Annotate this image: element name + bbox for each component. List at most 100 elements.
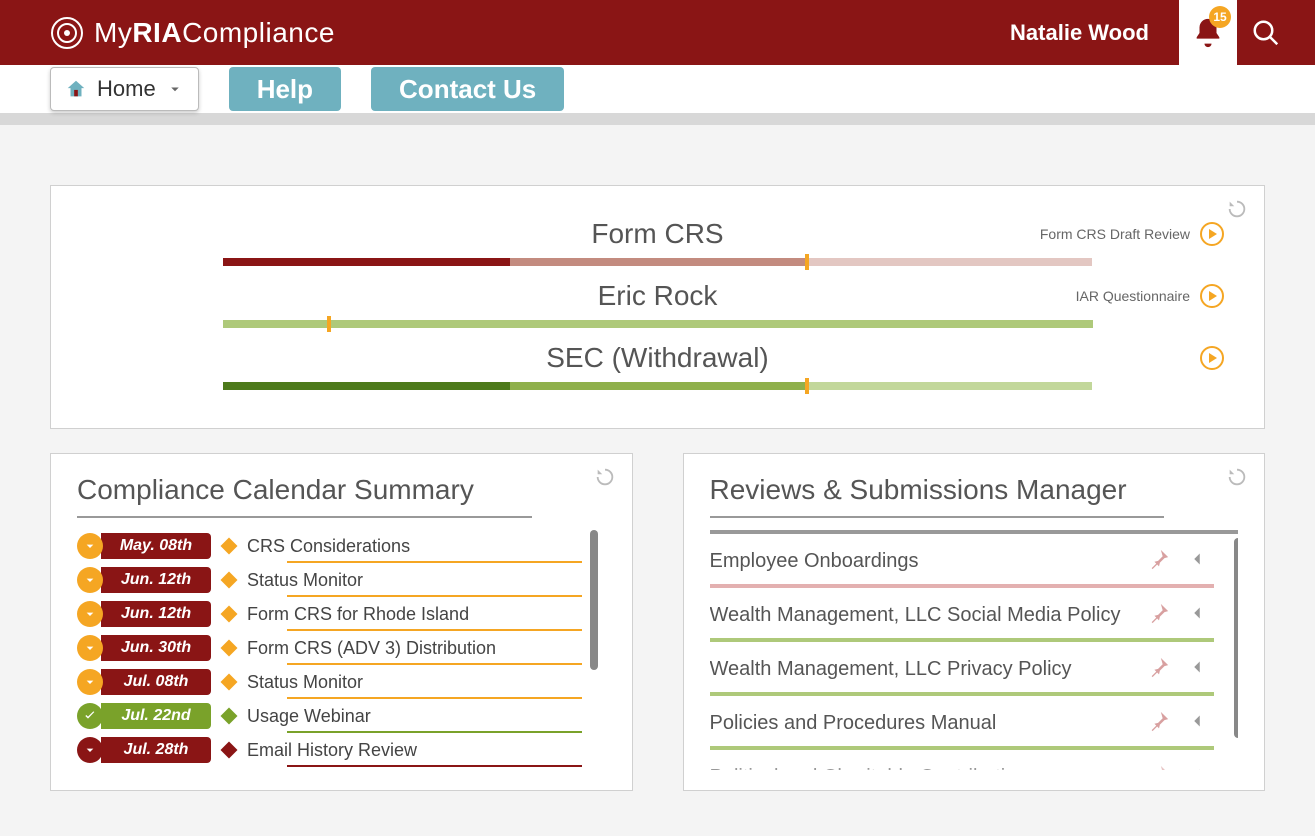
help-button[interactable]: Help [229, 67, 341, 111]
calendar-item-title: CRS Considerations [247, 536, 410, 557]
play-icon[interactable] [1200, 346, 1224, 370]
progress-action[interactable]: IAR Questionnaire [1076, 284, 1224, 308]
progress-marker [805, 378, 809, 394]
chevron-left-icon[interactable] [1186, 602, 1208, 629]
contact-button[interactable]: Contact Us [371, 67, 564, 111]
calendar-row[interactable]: Jul. 28thEmail History Review [77, 734, 606, 766]
progress-panel: Form CRS Form CRS Draft Review Eric Rock IA… [50, 185, 1265, 429]
calendar-date: Jun. 12th [101, 601, 211, 627]
progress-marker [327, 316, 331, 332]
calendar-title: Compliance Calendar Summary [77, 474, 532, 518]
progress-action[interactable] [1200, 346, 1224, 370]
review-row[interactable]: Policies and Procedures Manual [710, 696, 1239, 750]
review-row[interactable]: Political and Charitable Contributions [710, 750, 1239, 770]
calendar-row[interactable]: Jun. 30thForm CRS (ADV 3) Distribution [77, 632, 606, 664]
progress-side-label: IAR Questionnaire [1076, 288, 1190, 304]
chevron-left-icon[interactable] [1186, 656, 1208, 683]
review-actions [1148, 710, 1208, 737]
calendar-item-title: Form CRS (ADV 3) Distribution [247, 638, 496, 659]
calendar-list: May. 08thCRS ConsiderationsJun. 12thStat… [77, 530, 606, 770]
review-row[interactable]: Wealth Management, LLC Social Media Poli… [710, 588, 1239, 642]
pending-icon [77, 533, 103, 559]
review-actions [1148, 656, 1208, 683]
topbar: MyRIACompliance Natalie Wood 15 [0, 0, 1315, 65]
progress-title: Eric Rock [598, 280, 718, 312]
topbar-right: Natalie Wood 15 [1010, 0, 1315, 65]
diamond-icon [221, 674, 238, 691]
progress-side-label: Form CRS Draft Review [1040, 226, 1190, 242]
refresh-icon [1226, 198, 1248, 220]
diamond-icon [221, 538, 238, 555]
calendar-date: Jun. 12th [101, 567, 211, 593]
calendar-row[interactable]: Jul. 08thStatus Monitor [77, 666, 606, 698]
calendar-row[interactable]: Jun. 12th Form CRS for Rhode Island [77, 598, 606, 630]
calendar-row[interactable]: Jul. 22nd Usage Webinar [77, 700, 606, 732]
pending-icon [77, 567, 103, 593]
logo-icon [50, 16, 84, 50]
notifications-badge: 15 [1209, 6, 1231, 28]
pin-icon[interactable] [1148, 548, 1170, 575]
review-title: Employee Onboardings [710, 550, 1149, 573]
chevron-left-icon[interactable] [1186, 764, 1208, 771]
review-row[interactable]: Employee Onboardings [710, 534, 1239, 588]
review-title: Wealth Management, LLC Privacy Policy [710, 658, 1149, 681]
user-name[interactable]: Natalie Wood [1010, 20, 1179, 46]
notifications-button[interactable]: 15 [1179, 0, 1237, 65]
play-icon[interactable] [1200, 222, 1224, 246]
calendar-date: May. 08th [101, 533, 211, 559]
review-title: Political and Charitable Contributions [710, 766, 1149, 771]
refresh-icon [1226, 466, 1248, 488]
pin-icon[interactable] [1148, 602, 1170, 629]
calendar-row[interactable]: May. 08th CRS Considerations [77, 530, 606, 562]
home-label: Home [97, 76, 156, 102]
lower-panels: Compliance Calendar Summary May. 08th CRS… [50, 453, 1265, 791]
review-row[interactable]: Wealth Management, LLC Privacy Policy [710, 642, 1239, 696]
calendar-date: Jul. 22nd [101, 703, 211, 729]
progress-title: Form CRS [591, 218, 723, 250]
calendar-row[interactable]: Aug. 03rdBest Execution Review [77, 768, 606, 770]
progress-bar [223, 320, 1093, 328]
progress-title: SEC (Withdrawal) [546, 342, 768, 374]
diamond-icon [221, 708, 238, 725]
diamond-icon [221, 572, 238, 589]
search-icon [1251, 18, 1281, 48]
calendar-item-title: Status Monitor [247, 672, 363, 693]
chevron-down-icon [166, 80, 184, 98]
progress-action[interactable]: Form CRS Draft Review [1040, 222, 1224, 246]
progress-bar [223, 382, 1093, 390]
content: Form CRS Form CRS Draft Review Eric Rock IA… [0, 125, 1315, 791]
chevron-left-icon[interactable] [1186, 548, 1208, 575]
calendar-item-title: Form CRS for Rhode Island [247, 604, 469, 625]
progress-row: SEC (Withdrawal) [91, 336, 1224, 390]
refresh-button[interactable] [1226, 198, 1248, 225]
scrollbar[interactable] [1234, 538, 1238, 738]
pending-icon [77, 635, 103, 661]
review-actions [1148, 602, 1208, 629]
logo-bold: RIA [132, 17, 182, 49]
review-actions [1148, 764, 1208, 771]
progress-bar [223, 258, 1093, 266]
progress-marker [805, 254, 809, 270]
calendar-item-title: Usage Webinar [247, 706, 371, 727]
logo[interactable]: MyRIACompliance [50, 16, 335, 50]
reviews-list: Employee Onboardings Wealth Management, L… [710, 530, 1239, 770]
play-icon[interactable] [1200, 284, 1224, 308]
calendar-row[interactable]: Jun. 12thStatus Monitor [77, 564, 606, 596]
pin-icon[interactable] [1148, 710, 1170, 737]
reviews-refresh-button[interactable] [1226, 466, 1248, 493]
refresh-icon [594, 466, 616, 488]
search-button[interactable] [1237, 0, 1295, 65]
chevron-left-icon[interactable] [1186, 710, 1208, 737]
home-dropdown[interactable]: Home [50, 67, 199, 111]
pin-icon[interactable] [1148, 656, 1170, 683]
diamond-icon [221, 742, 238, 759]
scrollbar[interactable] [590, 530, 598, 670]
diamond-icon [221, 606, 238, 623]
nav-row: Home Help Contact Us [0, 65, 1315, 125]
pin-icon[interactable] [1148, 764, 1170, 771]
pending-icon [77, 669, 103, 695]
reviews-panel: Reviews & Submissions Manager Employee O… [683, 453, 1266, 791]
progress-row: Eric Rock IAR Questionnaire [91, 274, 1224, 328]
calendar-refresh-button[interactable] [594, 466, 616, 493]
pending-icon [77, 601, 103, 627]
